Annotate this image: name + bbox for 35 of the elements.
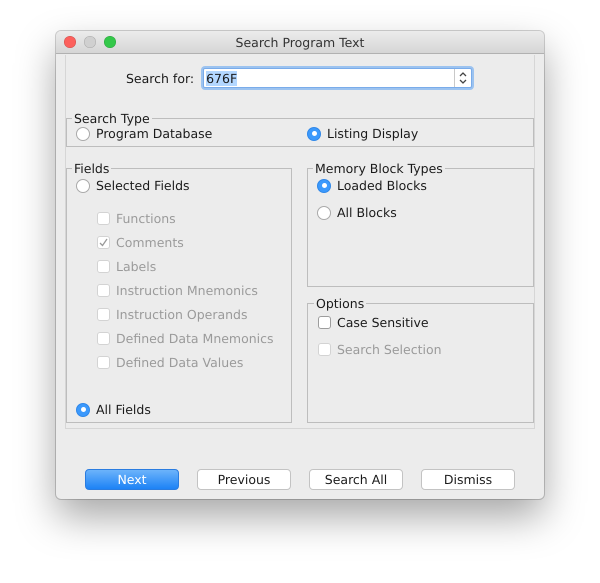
radio-button[interactable] xyxy=(317,206,331,220)
radio-button[interactable] xyxy=(76,178,90,192)
close-button[interactable] xyxy=(64,36,76,48)
radio-label: Loaded Blocks xyxy=(337,178,427,193)
radio-button[interactable] xyxy=(307,126,321,140)
window-title: Search Program Text xyxy=(236,34,364,50)
checkbox-label: Instruction Operands xyxy=(116,307,248,322)
dialog-button[interactable]: Dismiss xyxy=(421,469,515,490)
group-title: Options xyxy=(315,296,366,310)
checkbox-label: Comments xyxy=(116,235,184,250)
radio-label: All Blocks xyxy=(337,205,397,220)
zoom-button[interactable] xyxy=(104,36,116,48)
radio-label: Program Database xyxy=(96,126,212,141)
dialog-button[interactable]: Previous xyxy=(197,469,291,490)
checkbox-label: Defined Data Values xyxy=(116,355,244,370)
search-field[interactable]: 676F xyxy=(203,68,472,88)
radio-label: Selected Fields xyxy=(96,178,190,193)
checkbox-label: Labels xyxy=(116,259,156,274)
search-label: Search for: xyxy=(126,70,194,86)
radio-label: All Fields xyxy=(96,402,151,417)
radio-button[interactable] xyxy=(76,126,90,140)
checkbox-label: Defined Data Mnemonics xyxy=(116,331,274,346)
checkbox-label: Case Sensitive xyxy=(337,314,429,330)
group-title: Fields xyxy=(73,161,110,176)
checkbox-label: Instruction Mnemonics xyxy=(116,283,258,298)
group-title: Memory Block Types xyxy=(314,161,444,176)
radio-button[interactable] xyxy=(317,178,331,192)
checkbox[interactable] xyxy=(318,316,331,328)
radio-label: Listing Display xyxy=(327,126,418,141)
group-title: Search Type xyxy=(73,111,151,126)
checkbox-label: Functions xyxy=(116,211,176,226)
radio-button[interactable] xyxy=(76,402,90,416)
checkbox-label: Search Selection xyxy=(337,342,442,356)
minimize-button[interactable] xyxy=(84,36,96,48)
dialog-button[interactable]: Search All xyxy=(309,469,403,490)
